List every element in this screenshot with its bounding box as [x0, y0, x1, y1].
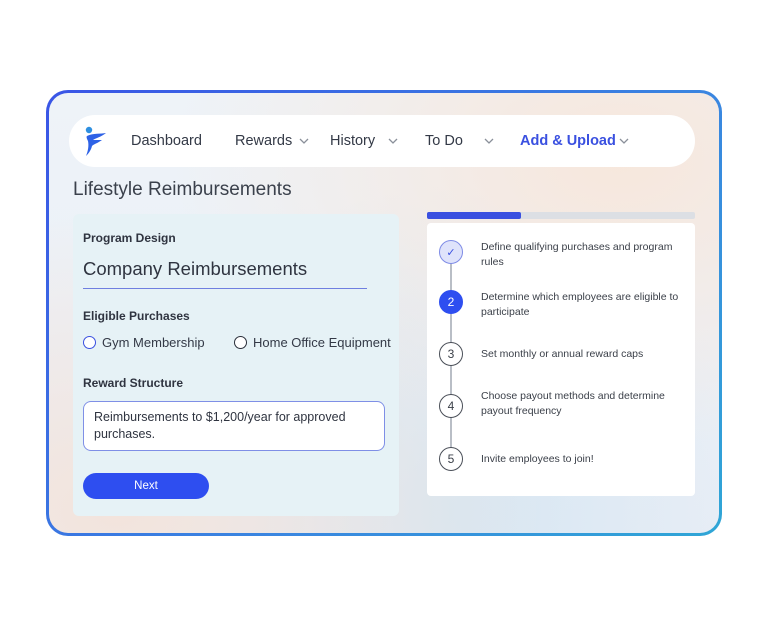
radio-gym-membership[interactable]: Gym Membership	[83, 335, 205, 350]
reward-structure-label: Reward Structure	[83, 376, 184, 390]
radio-gym-label: Gym Membership	[102, 335, 205, 350]
radio-circle	[234, 336, 247, 349]
step-4[interactable]: 4 Choose payout methods and determine pa…	[439, 390, 687, 418]
program-name-underline	[83, 288, 367, 289]
nav-add-upload-label: Add & Upload	[520, 133, 616, 149]
person-logo-icon[interactable]	[81, 125, 109, 157]
progress-bar	[427, 212, 695, 219]
chevron-down-icon	[484, 138, 494, 144]
nav-todo-label: To Do	[425, 133, 463, 149]
next-button[interactable]: Next	[83, 473, 209, 499]
step-1-text: Define qualifying purchases and program …	[481, 241, 673, 268]
eligible-purchases-label: Eligible Purchases	[83, 309, 190, 323]
step-5-text: Invite employees to join!	[481, 453, 594, 465]
page-title: Lifestyle Reimbursements	[73, 179, 292, 200]
radio-circle	[83, 336, 96, 349]
chevron-down-icon	[619, 138, 629, 144]
program-name-field[interactable]: Company Reimbursements	[83, 258, 307, 280]
program-design-label: Program Design	[83, 231, 176, 245]
step-3[interactable]: 3 Set monthly or annual reward caps	[439, 342, 687, 366]
step-2-text: Determine which employees are eligible t…	[481, 291, 679, 318]
nav-todo[interactable]: To Do	[425, 115, 495, 167]
nav-add-upload[interactable]: Add & Upload	[520, 115, 630, 167]
step-3-text: Set monthly or annual reward caps	[481, 348, 644, 360]
nav-dashboard[interactable]: Dashboard	[131, 115, 202, 167]
nav-rewards-label: Rewards	[235, 133, 293, 149]
app-window: Dashboard Rewards History To Do Add & Up…	[49, 93, 719, 533]
steps-card: ✓ Define qualifying purchases and progra…	[427, 223, 695, 496]
radio-home-office-equipment[interactable]: Home Office Equipment	[234, 335, 391, 350]
progress-fill	[427, 212, 521, 219]
step-2-number: 2	[439, 290, 463, 314]
chevron-down-icon	[388, 138, 398, 144]
step-4-number: 4	[439, 394, 463, 418]
reward-structure-input[interactable]: Reimbursements to $1,200/year for approv…	[83, 401, 385, 451]
nav-history[interactable]: History	[330, 115, 399, 167]
chevron-down-icon	[299, 138, 309, 144]
app-frame: Dashboard Rewards History To Do Add & Up…	[46, 90, 722, 536]
nav-rewards[interactable]: Rewards	[235, 115, 310, 167]
nav-history-label: History	[330, 133, 376, 149]
step-1[interactable]: ✓ Define qualifying purchases and progra…	[439, 240, 687, 269]
nav-dashboard-label: Dashboard	[131, 133, 202, 149]
radio-home-office-label: Home Office Equipment	[253, 335, 391, 350]
step-3-number: 3	[439, 342, 463, 366]
program-form-card: Program Design Company Reimbursements El…	[73, 214, 399, 516]
top-navigation: Dashboard Rewards History To Do Add & Up…	[69, 115, 695, 167]
step-5[interactable]: 5 Invite employees to join!	[439, 447, 687, 471]
step-2[interactable]: 2 Determine which employees are eligible…	[439, 290, 687, 319]
check-icon: ✓	[439, 240, 463, 264]
step-5-number: 5	[439, 447, 463, 471]
step-4-text: Choose payout methods and determine payo…	[481, 390, 665, 417]
